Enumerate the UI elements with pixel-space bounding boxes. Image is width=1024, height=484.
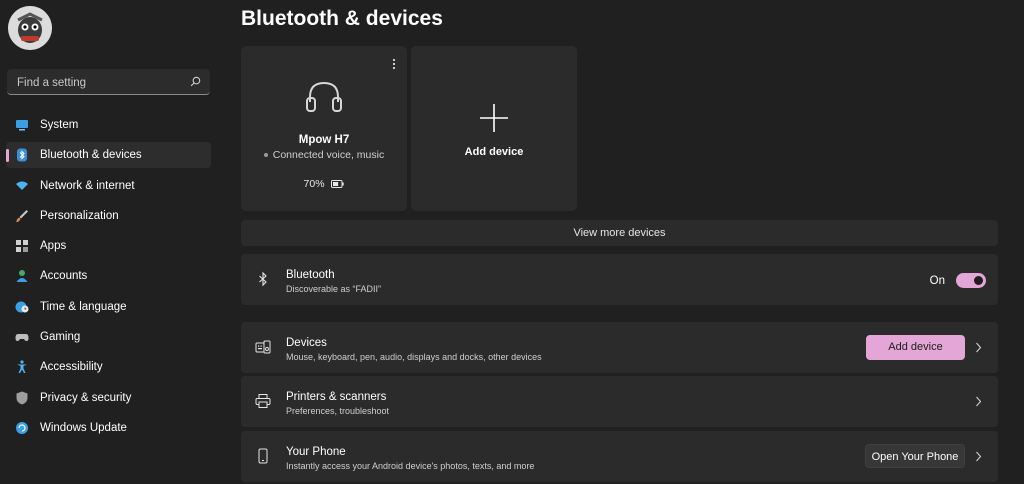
sidebar-item-accounts[interactable]: Accounts — [6, 263, 211, 289]
phone-icon — [258, 448, 268, 464]
chevron-right-icon[interactable] — [975, 451, 982, 462]
accessibility-icon — [15, 360, 29, 374]
printers-subtitle: Preferences, troubleshoot — [286, 406, 390, 416]
sidebar-item-windows-update[interactable]: Windows Update — [6, 415, 211, 441]
update-icon — [15, 421, 29, 435]
bluetooth-subtitle: Discoverable as “FADII” — [286, 284, 382, 294]
sidebar-item-personalization[interactable]: Personalization — [6, 203, 211, 229]
apps-icon — [15, 239, 29, 253]
system-icon — [15, 118, 29, 132]
sidebar-item-time-language[interactable]: Time & language — [6, 294, 211, 320]
printer-icon — [255, 394, 271, 408]
your-phone-row[interactable]: Your Phone Instantly access your Android… — [241, 431, 998, 482]
search-input[interactable] — [15, 73, 189, 93]
sidebar-item-label: Bluetooth & devices — [40, 149, 142, 162]
wifi-icon — [15, 179, 29, 193]
sidebar: System Bluetooth & devices Network & int… — [0, 0, 222, 484]
chevron-right-icon[interactable] — [975, 342, 982, 353]
add-device-card[interactable]: Add device — [411, 46, 577, 211]
person-icon — [15, 269, 29, 283]
sidebar-item-privacy-security[interactable]: Privacy & security — [6, 385, 211, 411]
sidebar-item-label: Network & internet — [40, 179, 135, 192]
your-phone-title: Your Phone — [286, 446, 346, 458]
your-phone-subtitle: Instantly access your Android device's p… — [286, 461, 535, 471]
bluetooth-title: Bluetooth — [286, 269, 335, 281]
bluetooth-toggle[interactable] — [956, 273, 986, 288]
sidebar-item-network-internet[interactable]: Network & internet — [6, 173, 211, 199]
device-name: Mpow H7 — [298, 134, 350, 146]
avatar-image — [8, 6, 52, 50]
devices-subtitle: Mouse, keyboard, pen, audio, displays an… — [286, 352, 542, 362]
search-box[interactable] — [7, 69, 210, 95]
page-title: Bluetooth & devices — [241, 7, 443, 30]
sidebar-item-label: Privacy & security — [40, 391, 132, 404]
add-device-button[interactable]: Add device — [866, 335, 965, 360]
printers-scanners-row[interactable]: Printers & scanners Preferences, trouble… — [241, 376, 998, 427]
sidebar-item-system[interactable]: System — [6, 112, 211, 138]
sidebar-item-label: Time & language — [40, 300, 127, 313]
battery-indicator: 70% — [241, 178, 407, 190]
battery-icon — [331, 180, 345, 188]
sidebar-item-label: Apps — [40, 240, 67, 253]
sidebar-item-label: System — [40, 119, 79, 131]
globe-clock-icon — [15, 300, 29, 314]
shield-icon — [15, 391, 29, 405]
device-card[interactable]: Mpow H7 Connected voice, music 70% — [241, 46, 407, 211]
avatar[interactable] — [8, 6, 52, 50]
nav-menu: System Bluetooth & devices Network & int… — [6, 112, 211, 445]
more-options-icon[interactable] — [392, 58, 396, 70]
open-your-phone-button[interactable]: Open Your Phone — [865, 444, 965, 468]
sidebar-item-label: Accounts — [40, 270, 88, 283]
plus-icon — [480, 104, 508, 132]
sidebar-item-label: Gaming — [40, 331, 81, 344]
keyboard-speaker-icon — [255, 340, 271, 354]
bluetooth-icon — [15, 148, 29, 162]
sidebar-item-gaming[interactable]: Gaming — [6, 324, 211, 350]
devices-row[interactable]: Devices Mouse, keyboard, pen, audio, dis… — [241, 322, 998, 373]
add-device-label: Add device — [464, 146, 524, 158]
printers-title: Printers & scanners — [286, 391, 387, 403]
sidebar-item-apps[interactable]: Apps — [6, 233, 211, 259]
gamepad-icon — [15, 330, 29, 344]
sidebar-item-label: Personalization — [40, 209, 119, 222]
status-dot-icon — [263, 153, 268, 158]
view-more-devices-button[interactable]: View more devices — [241, 220, 998, 246]
brush-icon — [15, 209, 29, 223]
bluetooth-row: Bluetooth Discoverable as “FADII” On — [241, 254, 998, 305]
search-icon[interactable] — [190, 76, 201, 87]
chevron-right-icon[interactable] — [975, 396, 982, 407]
sidebar-item-label: Accessibility — [40, 361, 103, 374]
headset-icon — [306, 81, 342, 112]
sidebar-item-bluetooth-devices[interactable]: Bluetooth & devices — [6, 142, 211, 169]
device-status: Connected voice, music — [241, 149, 407, 161]
sidebar-item-accessibility[interactable]: Accessibility — [6, 354, 211, 380]
battery-percent: 70% — [303, 178, 325, 190]
bluetooth-state-label: On — [929, 275, 945, 287]
sidebar-item-label: Windows Update — [40, 421, 127, 434]
bluetooth-icon — [259, 271, 267, 287]
device-status-text: Connected voice, music — [272, 149, 385, 161]
devices-title: Devices — [286, 337, 327, 349]
